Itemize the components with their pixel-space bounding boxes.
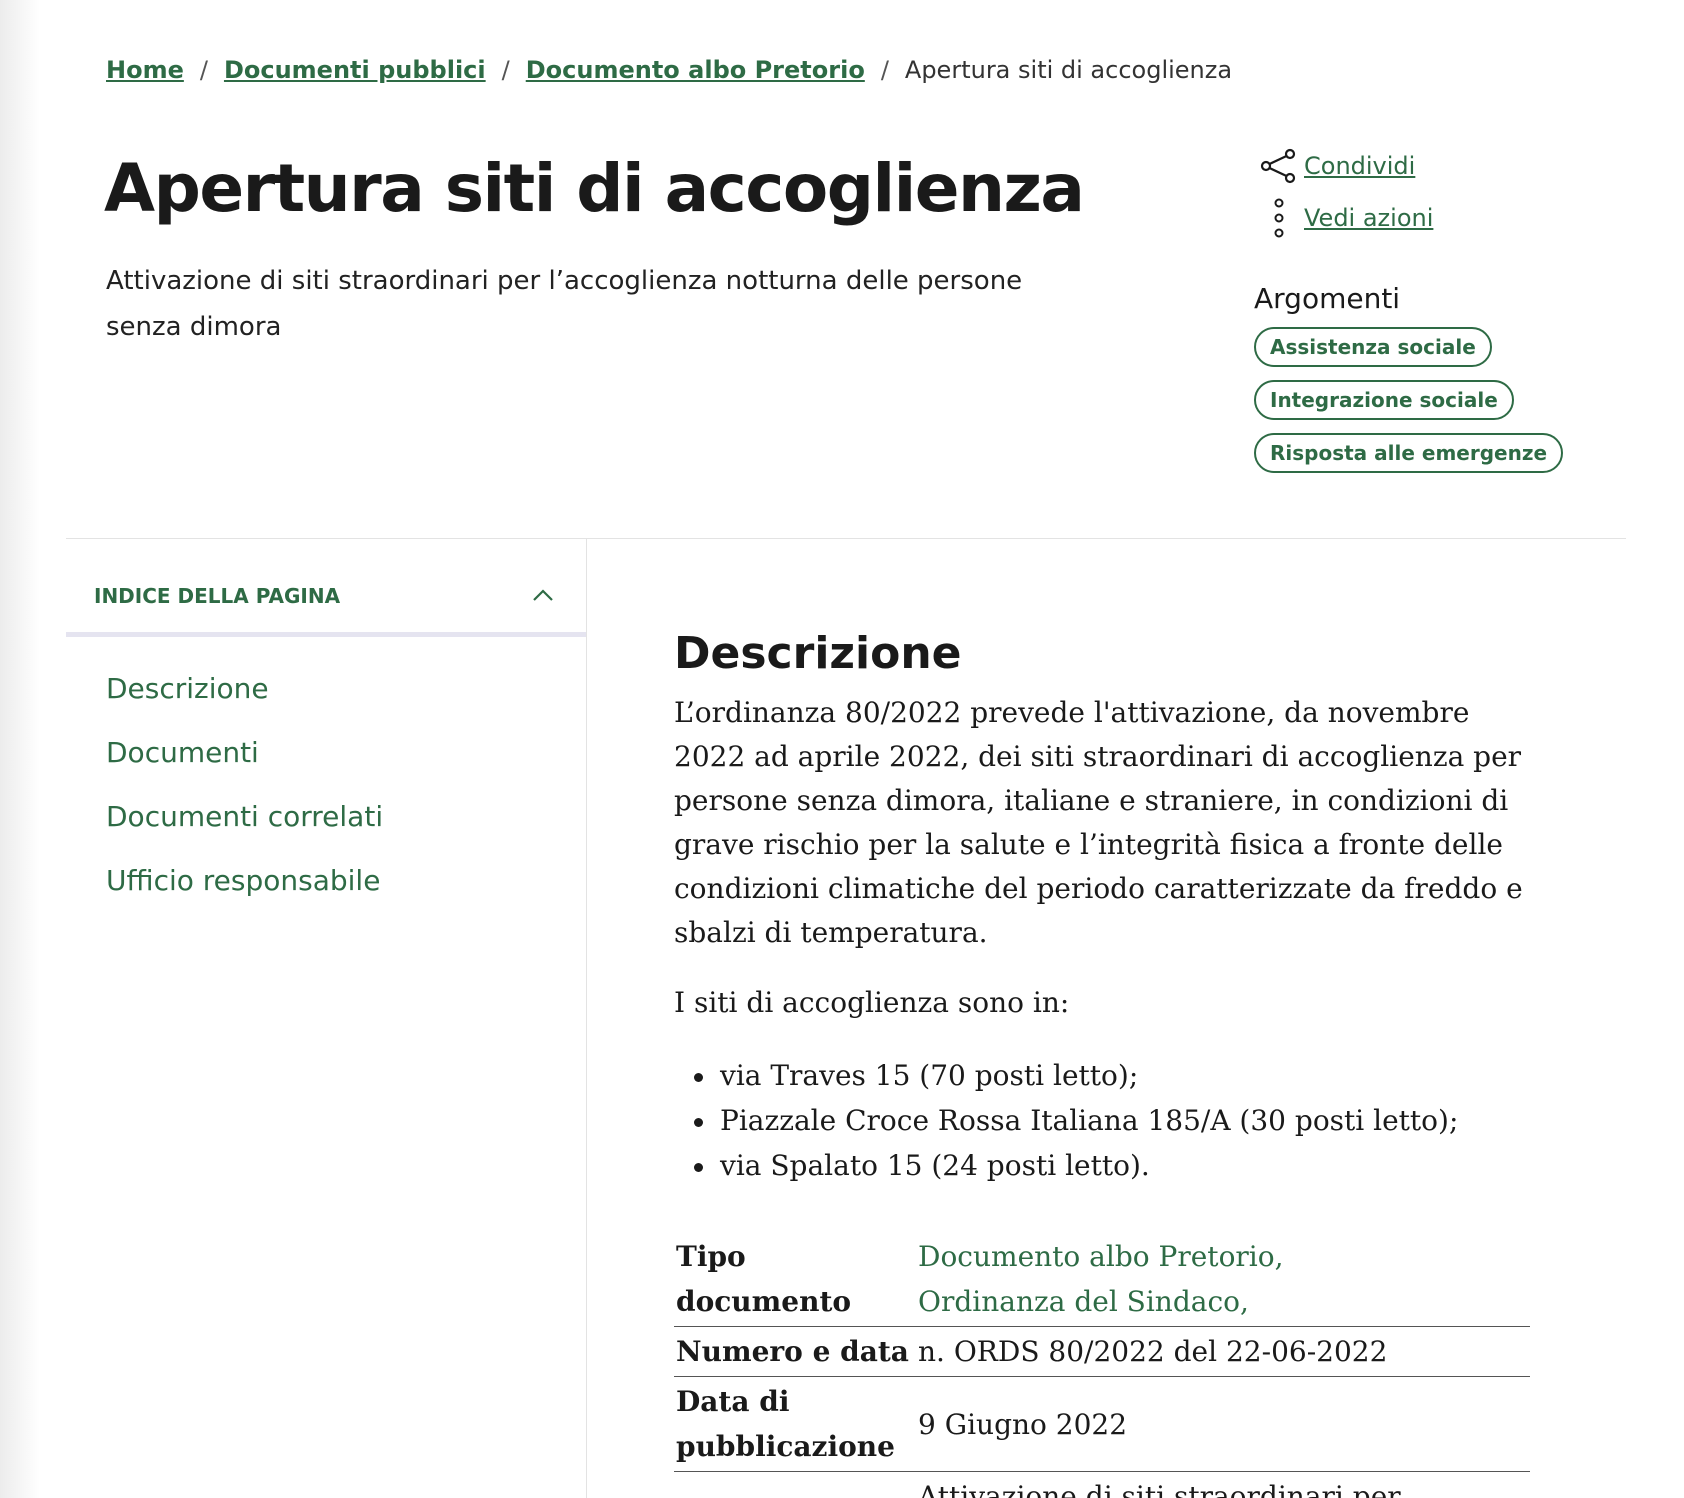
toc-link-documenti-correlati[interactable]: Documenti correlati [106, 800, 383, 833]
tag-risposta-emergenze[interactable]: Risposta alle emergenze [1254, 433, 1564, 473]
toc-link-documenti[interactable]: Documenti [106, 736, 259, 769]
share-icon [1258, 148, 1300, 184]
list-item: via Traves 15 (70 posti letto); [674, 1053, 1544, 1098]
ordinanza-sindaco-link[interactable]: Ordinanza del Sindaco, [918, 1285, 1249, 1318]
section-title: Descrizione [674, 628, 962, 679]
tag-integrazione-sociale[interactable]: Integrazione sociale [1254, 380, 1514, 420]
data-pubblicazione-label: Data di pubblicazione [674, 1376, 918, 1472]
toc-progress-bar [66, 632, 586, 637]
toc-link-ufficio-responsabile[interactable]: Ufficio responsabile [106, 864, 380, 897]
breadcrumb: Home / Documenti pubblici / Documento al… [106, 56, 1232, 84]
next-row-value: Attivazione di siti straordinari per [918, 1480, 1401, 1498]
breadcrumb-separator: / [501, 56, 510, 84]
tag-assistenza-sociale[interactable]: Assistenza sociale [1254, 327, 1492, 367]
more-actions-link[interactable]: Vedi azioni [1304, 204, 1433, 232]
table-row: Attivazione di siti straordinari per [674, 1472, 1530, 1498]
tipo-documento-label: Tipo documento [674, 1232, 918, 1327]
toc-item: Descrizione [106, 672, 383, 736]
breadcrumb-current: Apertura siti di accoglienza [904, 56, 1233, 84]
list-item: via Spalato 15 (24 posti letto). [674, 1143, 1544, 1188]
more-vertical-icon [1258, 197, 1300, 239]
breadcrumb-separator: / [880, 56, 889, 84]
toc-item: Documenti [106, 736, 383, 800]
sites-list: via Traves 15 (70 posti letto); Piazzale… [674, 1053, 1544, 1188]
horizontal-divider [66, 538, 1626, 539]
table-row: Data di pubblicazione 9 Giugno 2022 [674, 1376, 1530, 1472]
page-actions: Condividi Vedi azioni [1258, 140, 1433, 244]
toc-item: Documenti correlati [106, 800, 383, 864]
list-item: Piazzale Croce Rossa Italiana 185/A (30 … [674, 1098, 1544, 1143]
sites-intro: I siti di accoglienza sono in: [674, 986, 1070, 1019]
toc-toggle[interactable]: INDICE DELLA PAGINA [94, 584, 554, 608]
next-row-label [674, 1472, 918, 1498]
toc-list: Descrizione Documenti Documenti correlat… [106, 672, 383, 928]
table-row: Numero e data n. ORDS 80/2022 del 22-06-… [674, 1326, 1530, 1377]
share-link[interactable]: Condividi [1304, 152, 1415, 180]
page-left-shadow [0, 0, 40, 1498]
description-section: Descrizione L’ordinanza 80/2022 prevede … [674, 628, 1544, 1498]
more-actions[interactable]: Vedi azioni [1258, 192, 1433, 244]
toc-title: INDICE DELLA PAGINA [94, 584, 341, 608]
data-pubblicazione-value: 9 Giugno 2022 [918, 1376, 1530, 1472]
breadcrumb-separator: / [199, 56, 208, 84]
description-paragraph: L’ordinanza 80/2022 prevede l'attivazion… [674, 696, 1523, 949]
share-action[interactable]: Condividi [1258, 140, 1433, 192]
tipo-documento-value: Documento albo Pretorio, Ordinanza del S… [918, 1232, 1530, 1327]
vertical-divider [586, 538, 587, 1498]
numero-data-value: n. ORDS 80/2022 del 22-06-2022 [918, 1326, 1530, 1377]
toc-item: Ufficio responsabile [106, 864, 383, 928]
breadcrumb-documento-albo-link[interactable]: Documento albo Pretorio [526, 56, 865, 84]
breadcrumb-home-link[interactable]: Home [106, 56, 184, 84]
page-title: Apertura siti di accoglienza [104, 150, 1085, 227]
chevron-up-icon [532, 587, 554, 606]
toc-link-descrizione[interactable]: Descrizione [106, 672, 269, 705]
documento-albo-link[interactable]: Documento albo Pretorio, [918, 1240, 1284, 1273]
page-subtitle: Attivazione di siti straordinari per l’a… [106, 266, 1023, 342]
document-info-table: Tipo documento Documento albo Pretorio, … [674, 1232, 1530, 1498]
numero-data-label: Numero e data [674, 1326, 918, 1377]
table-row: Tipo documento Documento albo Pretorio, … [674, 1232, 1530, 1327]
argomenti-section: Argomenti Assistenza sociale Integrazion… [1254, 282, 1564, 486]
breadcrumb-documenti-pubblici-link[interactable]: Documenti pubblici [224, 56, 486, 84]
argomenti-title: Argomenti [1254, 282, 1401, 315]
